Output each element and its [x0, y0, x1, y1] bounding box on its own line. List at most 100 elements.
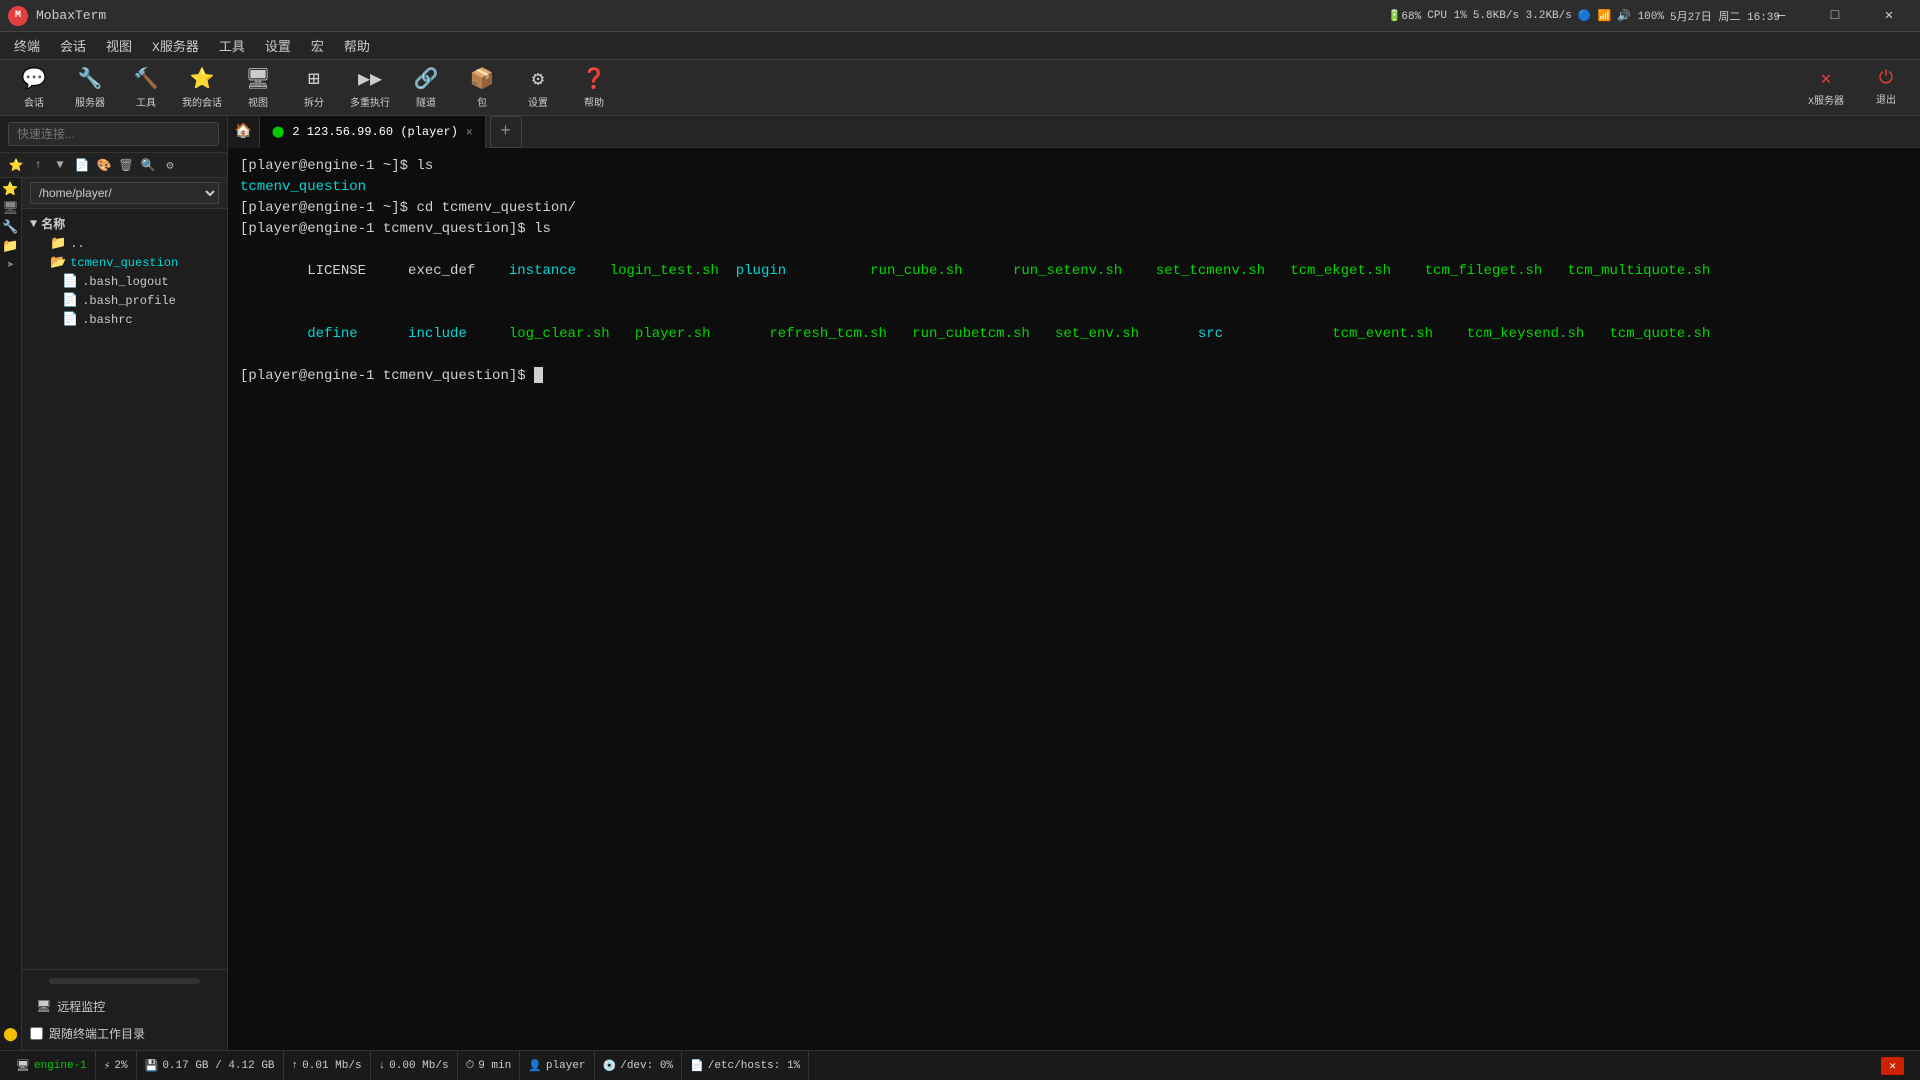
mysession-icon: ⭐	[190, 66, 215, 92]
tab-1-close[interactable]: ✕	[466, 125, 473, 139]
engine-label: engine-1	[34, 1060, 87, 1072]
menu-view[interactable]: 视图	[96, 32, 142, 59]
sidebar-icon-circle[interactable]: ⬤	[3, 1027, 18, 1042]
tunnel-label: 隧道	[416, 94, 436, 110]
dir-src: src	[1198, 326, 1332, 342]
dir-instance: instance	[509, 263, 610, 279]
sidebar-icon-folder[interactable]: 📁	[2, 239, 18, 254]
sidebar-btn-settings[interactable]: ⚙	[160, 155, 180, 175]
main-area: ⭐ ↑ ▼ 📄 🎨 🗑 🔍 ⚙ ⭐ 🖥 🔧 📁 ➤ ⬤	[0, 116, 1920, 1050]
status-memory: 💾 0.17 GB / 4.12 GB	[137, 1051, 284, 1080]
menu-terminal[interactable]: 终端	[4, 32, 50, 59]
terminal-ls-row1: LICENSE exec_def instance login_test.sh …	[240, 240, 1908, 303]
status-close-button[interactable]: ✕	[1881, 1057, 1904, 1075]
toolbar-package[interactable]: 📦 包	[456, 63, 508, 113]
sidebar-btn-filter[interactable]: ▼	[50, 155, 70, 175]
sidebar-icon-send[interactable]: ➤	[7, 258, 15, 273]
toolbar-mysession[interactable]: ⭐ 我的会话	[176, 63, 228, 113]
statusbar: 🖥 engine-1 ⚡ 2% 💾 0.17 GB / 4.12 GB ↑ 0.…	[0, 1050, 1920, 1080]
sidebar-icon-tools2[interactable]: 🔧	[2, 220, 18, 235]
tab-add-button[interactable]: +	[490, 116, 522, 148]
toolbar-settings[interactable]: ⚙ 设置	[512, 63, 564, 113]
file-player: player.sh	[610, 326, 770, 342]
close-button[interactable]: ✕	[1866, 0, 1912, 32]
toolbar-tools[interactable]: 🔨 工具	[120, 63, 172, 113]
file-login-test: login_test.sh	[610, 263, 736, 279]
sidebar-icon-monitor[interactable]: 🖥	[2, 201, 19, 216]
mysession-label: 我的会话	[182, 94, 222, 110]
toolbar-tunnel[interactable]: 🔗 隧道	[400, 63, 452, 113]
menu-tools[interactable]: 工具	[209, 32, 255, 59]
sidebar-btn-find[interactable]: 🔍	[138, 155, 158, 175]
terminal-content[interactable]: [player@engine-1 ~]$ ls tcmenv_question …	[228, 148, 1920, 1050]
terminal-line-1: [player@engine-1 ~]$ ls	[240, 156, 1908, 177]
maximize-button[interactable]: □	[1812, 0, 1858, 32]
toolbar-session[interactable]: 💬 会话	[8, 63, 60, 113]
toolbar-multiexec[interactable]: ▶▶ 多重执行	[344, 63, 396, 113]
sidebar-icon-star[interactable]: ⭐	[2, 182, 18, 197]
server-icon: 🔧	[78, 66, 103, 92]
file-run-setenv: run_setenv.sh	[1013, 263, 1156, 279]
status-dev: 💿 /dev: 0%	[595, 1051, 683, 1080]
menu-settings[interactable]: 设置	[255, 32, 301, 59]
file-run-cubetcm: run_cubetcm.sh	[912, 326, 1055, 342]
file-tcm-keysend: tcm_keysend.sh	[1467, 326, 1610, 342]
file-icon-bash-logout: 📄	[62, 274, 78, 289]
search-input[interactable]	[8, 122, 219, 146]
logo-text: M	[15, 10, 21, 21]
cursor	[534, 367, 543, 383]
sidebar-btn-color[interactable]: 🎨	[94, 155, 114, 175]
menubar: 终端 会话 视图 X服务器 工具 设置 宏 帮助	[0, 32, 1920, 60]
tab-bar: 🏠 ⬤ 2 123.56.99.60 (player) ✕ +	[228, 116, 1920, 148]
menu-xserver[interactable]: X服务器	[142, 32, 209, 59]
settings-icon: ⚙	[532, 66, 544, 92]
tree-item-bash-logout[interactable]: 📄 .bash_logout	[22, 272, 227, 291]
file-tcm-quote: tcm_quote.sh	[1610, 326, 1711, 342]
xserver-label: X服务器	[1808, 92, 1844, 108]
help-label: 帮助	[584, 94, 604, 110]
terminal-pane[interactable]: 🏠 ⬤ 2 123.56.99.60 (player) ✕ + [player@…	[228, 116, 1920, 1050]
monitor-button[interactable]: 🖥 远程监控	[30, 994, 219, 1019]
tree-item-bashrc[interactable]: 📄 .bashrc	[22, 310, 227, 329]
toolbar-exit[interactable]: ⏻ 退出	[1860, 63, 1912, 113]
sidebar-btn-new-session[interactable]: 📄	[72, 155, 92, 175]
toolbar-xserver[interactable]: ✕ X服务器	[1800, 63, 1852, 113]
titlebar: M MobaxTerm 🔋68% CPU 1% 5.8KB/s 3.2KB/s …	[0, 0, 1920, 32]
toolbar-help[interactable]: ❓ 帮助	[568, 63, 620, 113]
tree-item-tcmenv[interactable]: 📂 tcmenv_question	[22, 253, 227, 272]
status-time: ⏱ 9 min	[458, 1051, 521, 1080]
sidebar-btn-delete[interactable]: 🗑	[116, 155, 136, 175]
menu-help[interactable]: 帮助	[334, 32, 380, 59]
system-tray: 🔋68% CPU 1% 5.8KB/s 3.2KB/s 🔵 📶 🔊 100% 5…	[1388, 2, 1780, 30]
toolbar-right: ✕ X服务器 ⏻ 退出	[1800, 63, 1912, 113]
toolbar-server[interactable]: 🔧 服务器	[64, 63, 116, 113]
folder-open-icon: 📂	[50, 255, 66, 270]
tray-cpu: CPU 1%	[1427, 10, 1467, 22]
cmd-cd: cd tcmenv_question/	[416, 200, 576, 216]
tree-item-bash-profile[interactable]: 📄 .bash_profile	[22, 291, 227, 310]
sidebar-btn-up[interactable]: ↑	[28, 155, 48, 175]
menu-macro[interactable]: 宏	[301, 32, 334, 59]
menu-session[interactable]: 会话	[50, 32, 96, 59]
tree-item-parent[interactable]: 📁 ..	[22, 234, 227, 253]
terminal-line-cursor: [player@engine-1 tcmenv_question]$	[240, 366, 1908, 387]
toolbar-view[interactable]: 🖥 视图	[232, 63, 284, 113]
file-icon-bashrc: 📄	[62, 312, 78, 327]
follow-dir-option[interactable]: 跟随终端工作目录	[30, 1025, 219, 1042]
statusbar-end: ✕	[1873, 1057, 1912, 1075]
sidebar-scrollbar[interactable]	[49, 978, 200, 984]
follow-dir-checkbox[interactable]	[30, 1027, 43, 1040]
tab-home[interactable]: 🏠	[228, 116, 260, 148]
toolbar-split[interactable]: ⊞ 拆分	[288, 63, 340, 113]
terminal-ls-row2: define include log_clear.sh player.sh re…	[240, 303, 1908, 366]
hosts-icon: 📄	[690, 1059, 704, 1073]
sidebar-path: /home/player/	[22, 178, 227, 209]
multiexec-label: 多重执行	[350, 94, 390, 110]
dev-label: /dev: 0%	[620, 1060, 673, 1072]
file-icon-bash-profile: 📄	[62, 293, 78, 308]
path-select[interactable]: /home/player/	[30, 182, 219, 204]
view-icon: 🖥	[245, 66, 270, 92]
sidebar-btn-star[interactable]: ⭐	[6, 155, 26, 175]
upload-label: 0.01 Mb/s	[302, 1060, 361, 1072]
tab-1[interactable]: ⬤ 2 123.56.99.60 (player) ✕	[260, 116, 486, 148]
